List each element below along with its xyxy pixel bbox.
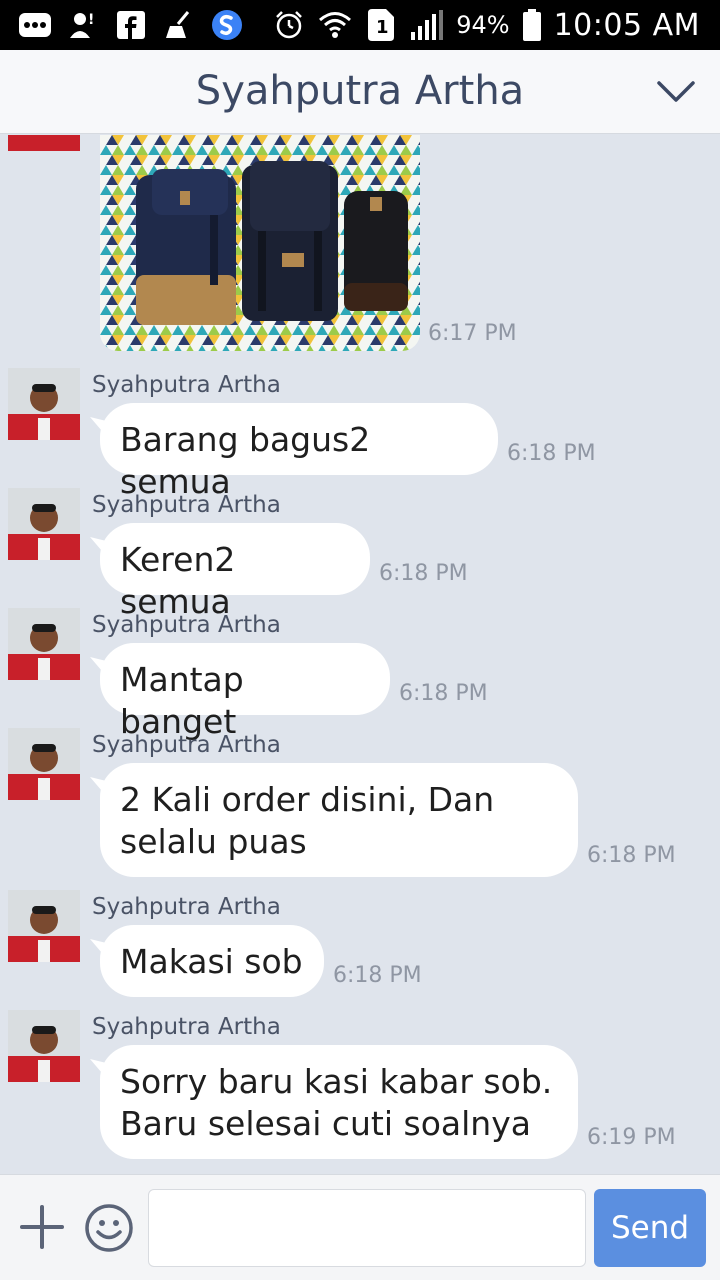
message-bubble[interactable]: 2 Kali order disini, Dan selalu puas bbox=[100, 763, 578, 877]
alarm-icon bbox=[272, 8, 306, 42]
shazam-icon bbox=[210, 8, 244, 42]
sender-name: Syahputra Artha bbox=[92, 894, 281, 920]
message-bubble[interactable]: Keren2 semua bbox=[100, 523, 370, 621]
avatar[interactable] bbox=[8, 368, 80, 440]
message-bubble[interactable]: Mantap banget bbox=[100, 643, 390, 741]
battery-percent: 94% bbox=[456, 11, 510, 39]
chat-header: Syahputra Artha bbox=[0, 50, 720, 134]
avatar[interactable] bbox=[8, 890, 80, 962]
avatar[interactable] bbox=[8, 608, 80, 680]
message-list[interactable]: 6:17 PM Syahputra Artha Barang bagus2 se… bbox=[0, 135, 720, 1173]
battery-icon bbox=[522, 8, 542, 42]
message-time: 6:19 PM bbox=[587, 1125, 676, 1150]
sender-name: Syahputra Artha bbox=[92, 612, 281, 638]
wifi-icon bbox=[318, 8, 352, 42]
message-time: 6:18 PM bbox=[333, 963, 422, 988]
status-bar: ! 1 94% 10:05 AM bbox=[0, 0, 720, 50]
message-time: 6:18 PM bbox=[399, 681, 488, 706]
sender-name: Syahputra Artha bbox=[92, 372, 281, 398]
chat-title: Syahputra Artha bbox=[195, 68, 525, 114]
message-bubble[interactable]: Makasi sob bbox=[100, 925, 324, 997]
add-attachment-button[interactable] bbox=[18, 1203, 66, 1251]
sim-label: 1 bbox=[376, 17, 389, 38]
input-bar: Send bbox=[0, 1174, 720, 1280]
message-time: 6:18 PM bbox=[507, 441, 596, 466]
message-bubble[interactable]: Sorry baru kasi kabar sob. Baru selesai … bbox=[100, 1045, 578, 1159]
sim-icon: 1 bbox=[364, 8, 398, 42]
photo-message[interactable] bbox=[100, 135, 420, 351]
facebook-icon bbox=[114, 8, 148, 42]
message-input[interactable] bbox=[148, 1189, 586, 1267]
avatar[interactable] bbox=[8, 1010, 80, 1082]
message-time: 6:18 PM bbox=[587, 843, 676, 868]
plus-icon bbox=[20, 1205, 64, 1249]
sender-name: Syahputra Artha bbox=[92, 1014, 281, 1040]
clock: 10:05 AM bbox=[553, 7, 700, 43]
emoji-button[interactable] bbox=[84, 1203, 134, 1253]
avatar[interactable] bbox=[8, 135, 80, 151]
message-time: 6:18 PM bbox=[379, 561, 468, 586]
message-time: 6:17 PM bbox=[428, 321, 517, 346]
more-icon bbox=[18, 8, 52, 42]
signal-icon bbox=[410, 8, 444, 42]
message-bubble[interactable]: Barang bagus2 semua bbox=[100, 403, 498, 501]
smiley-icon bbox=[85, 1204, 133, 1252]
sender-name: Syahputra Artha bbox=[92, 492, 281, 518]
send-button[interactable]: Send bbox=[594, 1189, 706, 1267]
broom-icon bbox=[162, 8, 196, 42]
person-icon: ! bbox=[66, 8, 100, 42]
avatar[interactable] bbox=[8, 488, 80, 560]
svg-text:!: ! bbox=[88, 12, 94, 28]
avatar[interactable] bbox=[8, 728, 80, 800]
chevron-down-icon[interactable] bbox=[656, 72, 696, 112]
sender-name: Syahputra Artha bbox=[92, 732, 281, 758]
